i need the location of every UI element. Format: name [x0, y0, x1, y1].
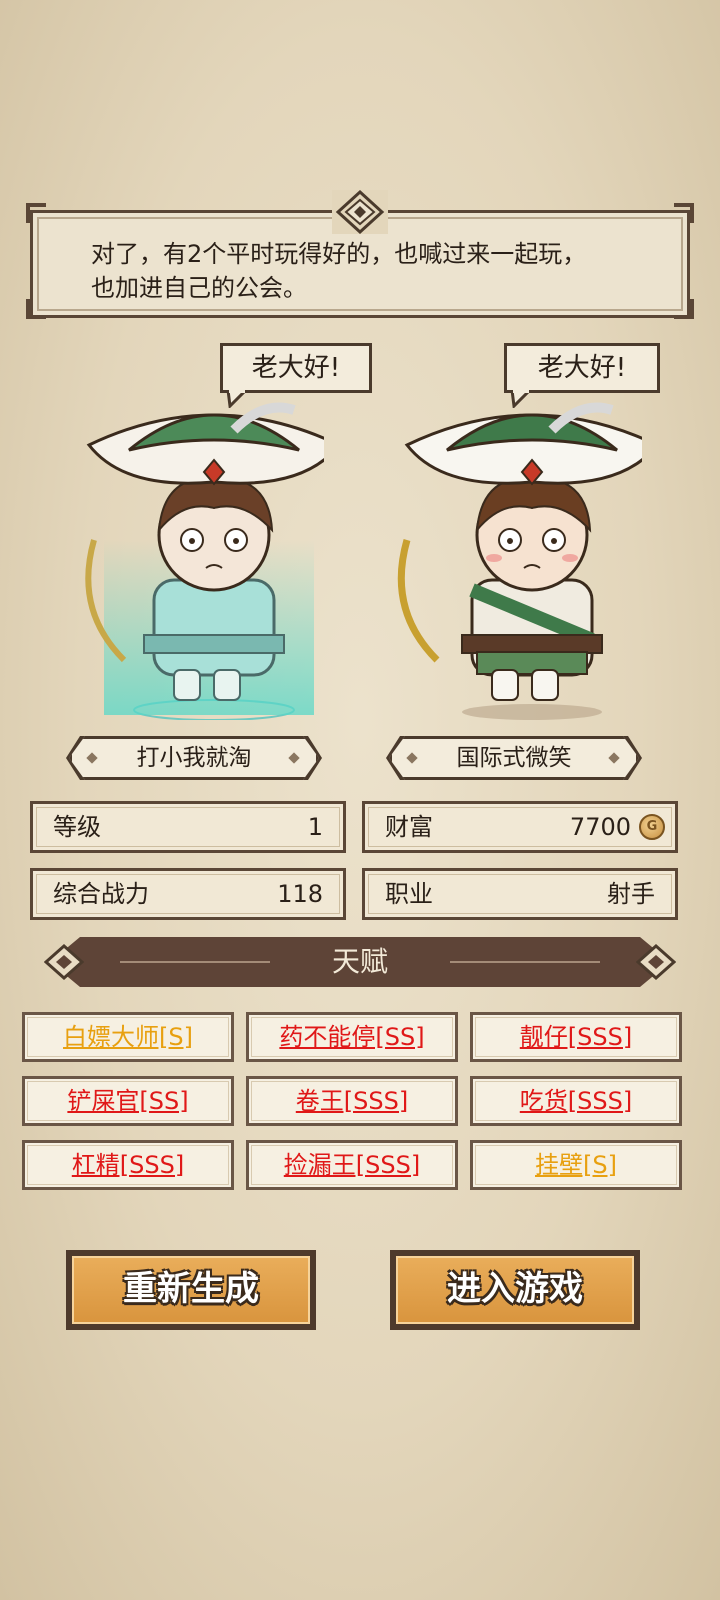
talent-item[interactable]: 挂壁[S]: [470, 1140, 682, 1190]
stat-wealth: 财富 7700 G: [362, 801, 678, 853]
regenerate-button-label: 重新生成: [72, 1256, 310, 1324]
stat-level: 等级 1: [30, 801, 346, 853]
talent-item[interactable]: 靓仔[SSS]: [470, 1012, 682, 1062]
archer-character[interactable]: [382, 390, 642, 720]
enter-game-button-label: 进入游戏: [396, 1256, 634, 1324]
banner-ornament-icon: [44, 944, 84, 980]
stat-value: 118: [277, 880, 323, 908]
stat-label: 等级: [53, 813, 101, 841]
stat-power: 综合战力 118: [30, 868, 346, 920]
stat-job: 职业 射手: [362, 868, 678, 920]
dialogue-text: 对了，有2个平时玩得好的，也喊过来一起玩， 也加进自己的公会。: [91, 237, 671, 305]
talent-item[interactable]: 白嫖大师[S]: [22, 1012, 234, 1062]
stat-value: 1: [307, 813, 323, 841]
character-name-right: 国际式微笑: [389, 736, 639, 780]
stat-label: 财富: [385, 813, 433, 841]
archer-character-ghost[interactable]: [64, 390, 324, 720]
talent-item[interactable]: 吃货[SSS]: [470, 1076, 682, 1126]
talent-item[interactable]: 药不能停[SS]: [246, 1012, 458, 1062]
stat-value: 7700: [569, 813, 631, 841]
regenerate-button[interactable]: 重新生成: [66, 1250, 316, 1330]
talent-item[interactable]: 捡漏王[SSS]: [246, 1140, 458, 1190]
enter-game-button[interactable]: 进入游戏: [390, 1250, 640, 1330]
dialogue-line-1: 对了，有2个平时玩得好的，也喊过来一起玩，: [91, 240, 587, 268]
stat-value: 射手: [607, 880, 655, 908]
talent-item[interactable]: 杠精[SSS]: [22, 1140, 234, 1190]
talent-item[interactable]: 铲屎官[SS]: [22, 1076, 234, 1126]
talent-title: 天赋: [331, 945, 388, 978]
banner-ornament-icon: [636, 944, 676, 980]
speech-bubble-left: 老大好!: [220, 343, 372, 393]
corner-ornament-icon: [26, 203, 46, 223]
talent-item[interactable]: 卷王[SSS]: [246, 1076, 458, 1126]
corner-ornament-icon: [26, 299, 46, 319]
stat-label: 职业: [385, 880, 433, 908]
dialogue-line-2: 也加进自己的公会。: [91, 274, 307, 302]
coin-icon: G: [639, 814, 665, 840]
diamond-ornament-icon: [332, 190, 388, 234]
corner-ornament-icon: [674, 203, 694, 223]
corner-ornament-icon: [674, 299, 694, 319]
character-name-left: 打小我就淘: [69, 736, 319, 780]
stat-label: 综合战力: [53, 880, 149, 908]
speech-bubble-right: 老大好!: [504, 343, 660, 393]
